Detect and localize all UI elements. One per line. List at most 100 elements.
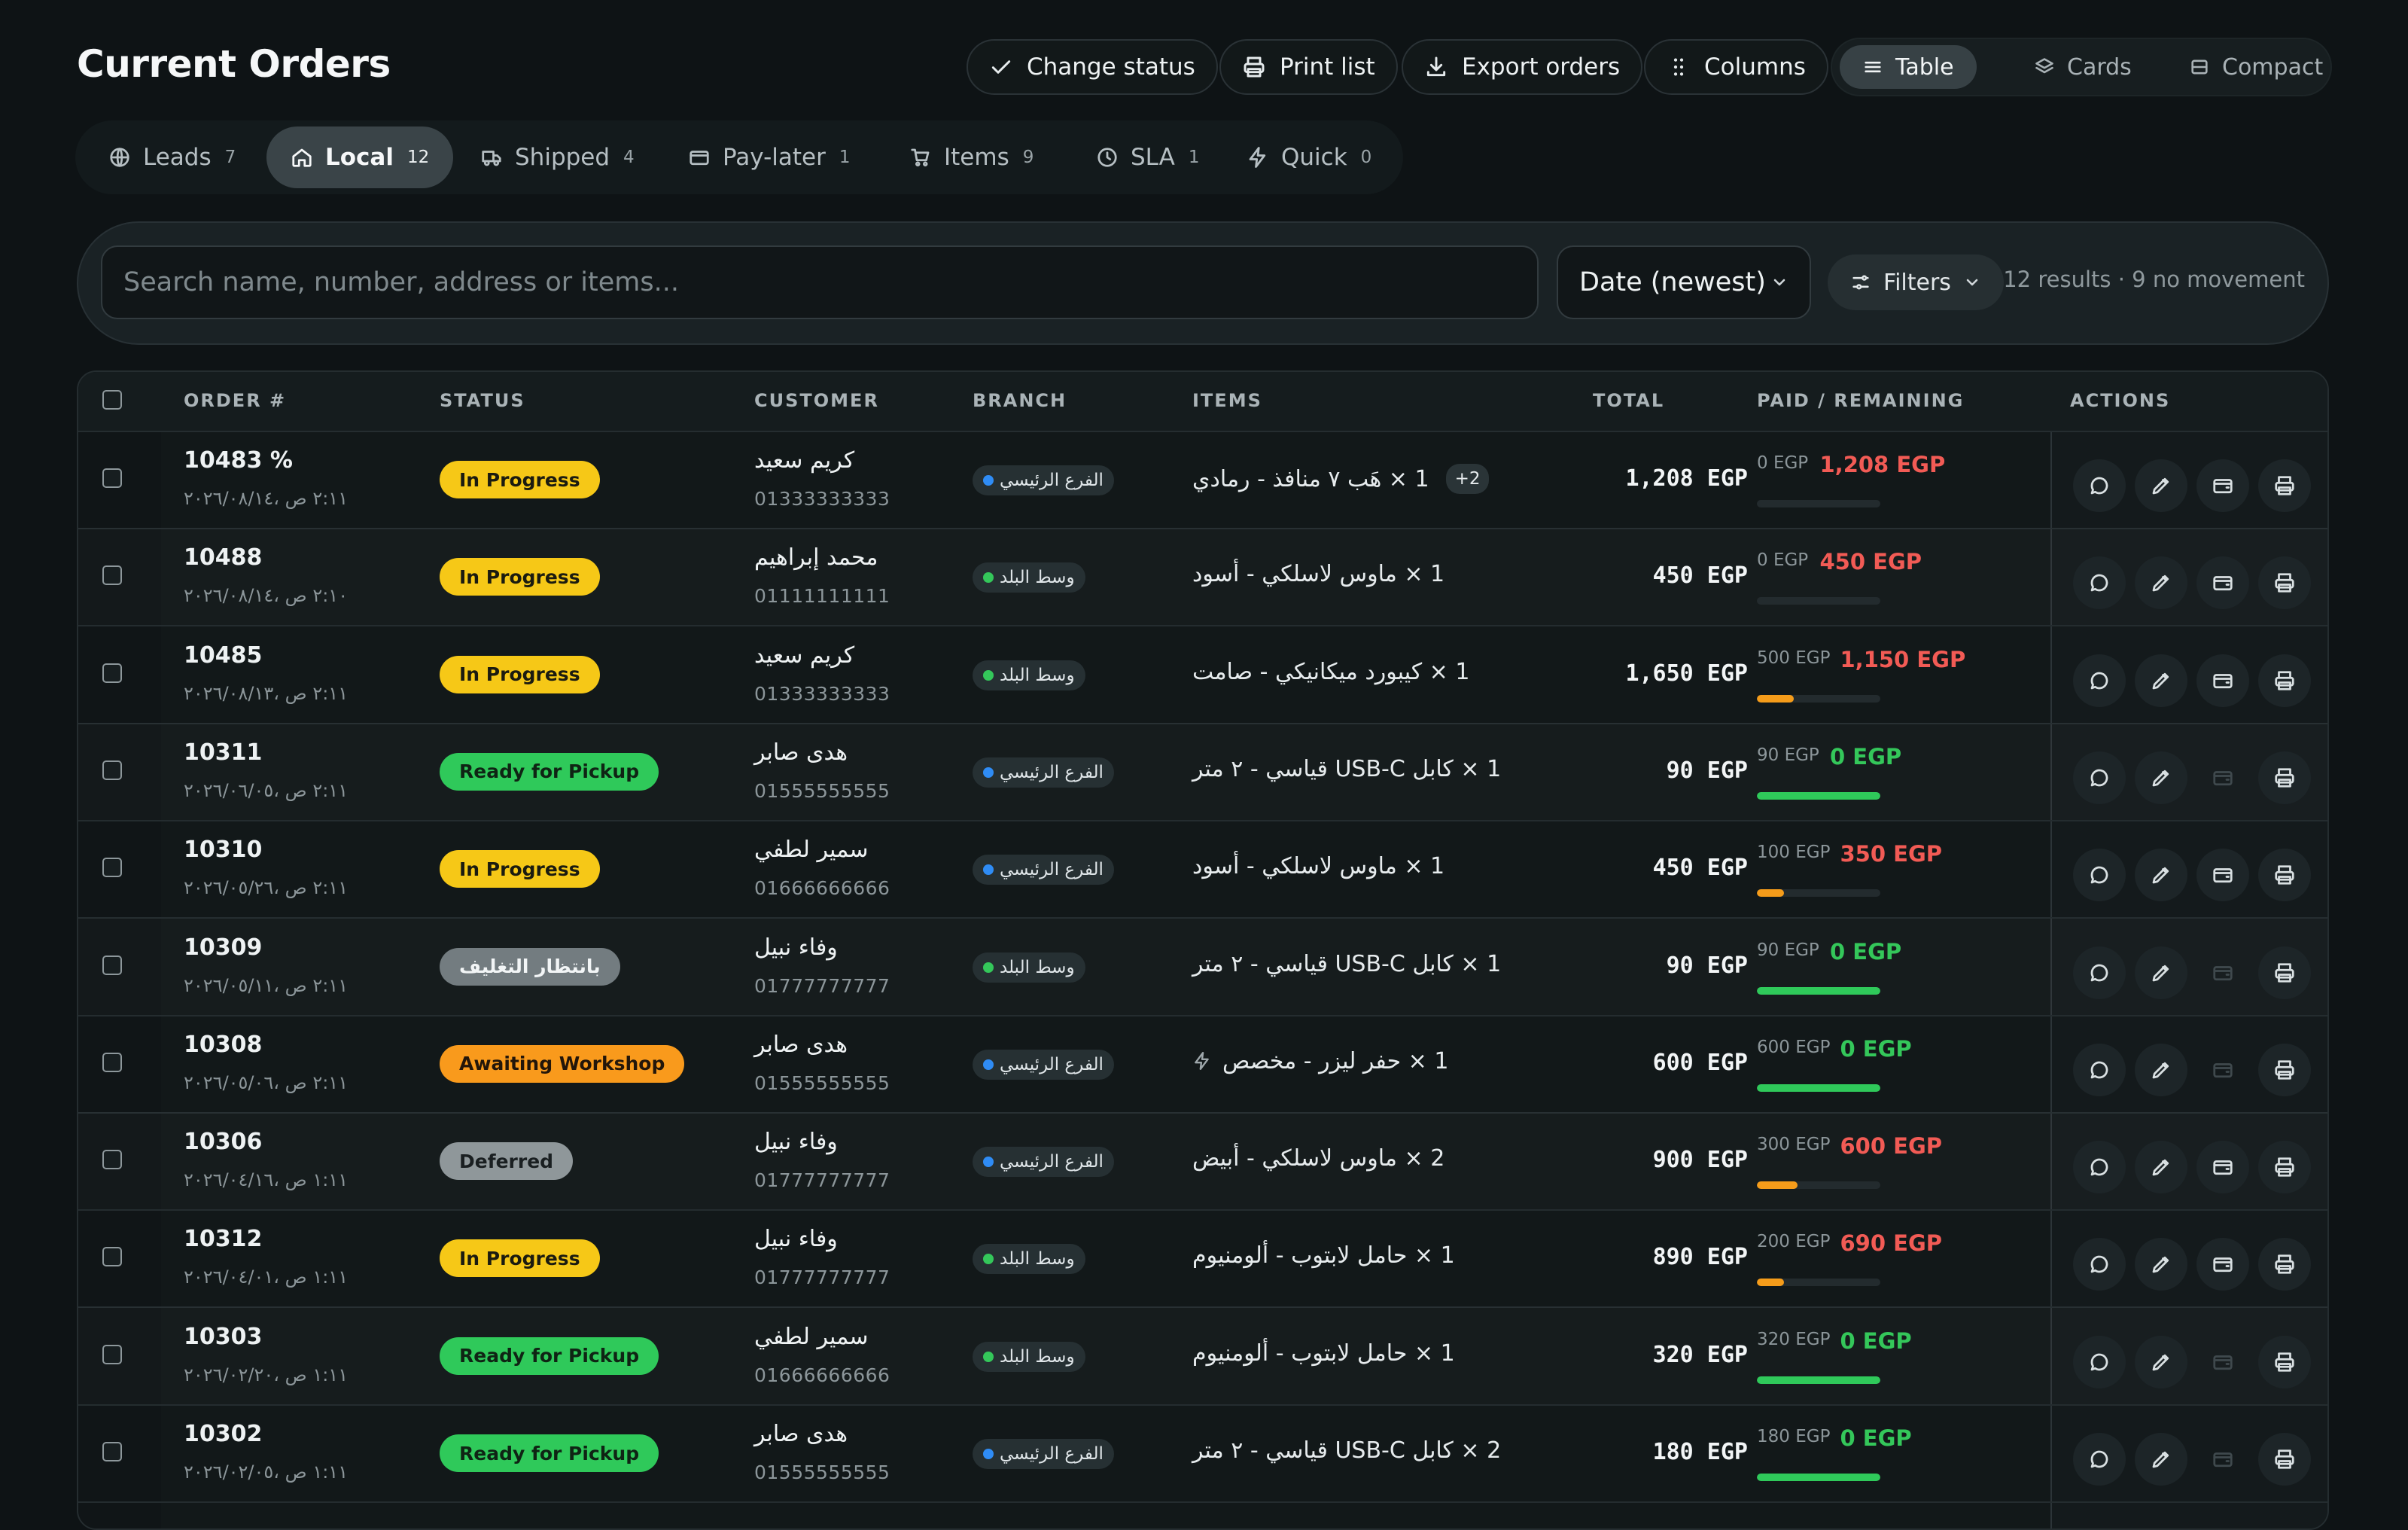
payment-button[interactable] (2196, 1141, 2249, 1194)
order-number[interactable]: 10303 (184, 1324, 262, 1350)
table-row[interactable]: 10312 ١:١١ ص ،٢٠٢٦/٠٤/٠١ In Progress وفاء ن… (78, 1209, 2327, 1309)
message-button[interactable] (2073, 654, 2126, 707)
status-badge[interactable]: In Progress (440, 850, 600, 888)
order-number[interactable]: 10302 (184, 1421, 262, 1447)
table-row[interactable]: 10311 ٢:١١ ص ،٢٠٢٦/٠٦/٠٥ Ready for Pickup ه… (78, 723, 2327, 821)
status-badge[interactable]: Awaiting Workshop (440, 1044, 685, 1083)
status-badge[interactable]: In Progress (440, 461, 600, 498)
sort-select[interactable]: Date (newest) (1557, 245, 1811, 319)
tab-leads[interactable]: Leads 7 (84, 126, 260, 188)
status-badge[interactable]: بانتظار التغليف (440, 947, 620, 986)
tab-pay-later[interactable]: Pay-later 1 (664, 126, 875, 188)
payment-button[interactable] (2196, 1238, 2249, 1291)
status-badge[interactable]: Ready for Pickup (440, 1434, 659, 1472)
order-number[interactable]: 10311 (184, 739, 262, 766)
message-button[interactable] (2073, 1238, 2126, 1291)
row-checkbox[interactable] (102, 1442, 122, 1461)
change-status-button[interactable]: Change status (967, 39, 1218, 95)
search-input[interactable] (101, 245, 1539, 319)
col-paid-remaining[interactable]: PAID / REMAINING (1757, 390, 1964, 411)
tab-quick[interactable]: Quick 0 (1222, 126, 1396, 188)
print-button[interactable] (2258, 849, 2311, 902)
print-button[interactable] (2258, 1433, 2311, 1486)
message-button[interactable] (2073, 751, 2126, 804)
tab-local[interactable]: Local 12 (266, 126, 454, 188)
message-button[interactable] (2073, 459, 2126, 512)
row-checkbox[interactable] (102, 760, 122, 780)
more-items-badge[interactable]: +2 (1445, 464, 1490, 494)
order-number[interactable]: 10308 (184, 1032, 262, 1058)
payment-button[interactable] (2196, 849, 2249, 902)
select-all-checkbox[interactable] (102, 390, 122, 410)
col-total[interactable]: TOTAL (1593, 390, 1664, 411)
table-row[interactable]: 10306 ١:١١ ص ،٢٠٢٦/٠٤/١٦ Deferred وفاء نبيل… (78, 1112, 2327, 1212)
row-checkbox[interactable] (102, 468, 122, 488)
row-checkbox[interactable] (102, 565, 122, 586)
order-number[interactable]: 10309 (184, 934, 262, 961)
tab-sla[interactable]: SLA 1 (1072, 126, 1224, 188)
status-badge[interactable]: In Progress (440, 558, 600, 596)
status-badge[interactable]: In Progress (440, 655, 600, 693)
message-button[interactable] (2073, 849, 2126, 902)
print-button[interactable] (2258, 1238, 2311, 1291)
print-button[interactable] (2258, 459, 2311, 512)
table-row[interactable]: 10308 ٢:١١ ص ،٢٠٢٦/٠٥/٠٦ Awaiting Workshop… (78, 1015, 2327, 1114)
message-button[interactable] (2073, 1043, 2126, 1096)
view-table-button[interactable]: Table (1840, 45, 1977, 89)
table-row[interactable]: 10302 ١:١١ ص ،٢٠٢٦/٠٢/٠٥ Ready for Pickup ه… (78, 1404, 2327, 1503)
row-checkbox[interactable] (102, 1247, 122, 1267)
edit-button[interactable] (2135, 1238, 2187, 1291)
print-button[interactable] (2258, 751, 2311, 804)
print-button[interactable] (2258, 1335, 2311, 1388)
table-row[interactable]: 10488 ٢:١٠ ص ،٢٠٢٦/٠٨/١٤ In Progress محمد إ… (78, 528, 2327, 627)
edit-button[interactable] (2135, 1141, 2187, 1194)
print-button[interactable] (2258, 654, 2311, 707)
status-badge[interactable]: Ready for Pickup (440, 752, 659, 791)
col-customer[interactable]: CUSTOMER (754, 390, 879, 411)
edit-button[interactable] (2135, 946, 2187, 999)
print-button[interactable] (2258, 1141, 2311, 1194)
payment-button[interactable] (2196, 556, 2249, 610)
message-button[interactable] (2073, 1433, 2126, 1486)
status-badge[interactable]: Ready for Pickup (440, 1336, 659, 1375)
message-button[interactable] (2073, 556, 2126, 610)
edit-button[interactable] (2135, 849, 2187, 902)
row-checkbox[interactable] (102, 1344, 122, 1364)
print-button[interactable] (2258, 946, 2311, 999)
edit-button[interactable] (2135, 751, 2187, 804)
print-button[interactable] (2258, 556, 2311, 610)
order-number[interactable]: 10483 % (184, 447, 293, 474)
columns-button[interactable]: Columns (1644, 39, 1828, 95)
message-button[interactable] (2073, 1335, 2126, 1388)
col-order[interactable]: ORDER # (184, 390, 286, 411)
table-row[interactable]: 10309 ٢:١١ ص ،٢٠٢٦/٠٥/١١ بانتظار التغليف وف… (78, 918, 2327, 1016)
tab-shipped[interactable]: Shipped 4 (456, 126, 659, 188)
payment-button[interactable] (2196, 459, 2249, 512)
status-badge[interactable]: Deferred (440, 1142, 574, 1181)
order-number[interactable]: 10310 (184, 837, 262, 863)
edit-button[interactable] (2135, 459, 2187, 512)
export-orders-button[interactable]: Export orders (1402, 39, 1643, 95)
order-number[interactable]: 10306 (184, 1129, 262, 1155)
table-row[interactable]: 10485 ٢:١١ ص ،٢٠٢٦/٠٨/١٣ In Progress كريم س… (78, 626, 2327, 724)
table-row[interactable]: 10310 ٢:١١ ص ،٢٠٢٦/٠٥/٢٦ In Progress سمير ل… (78, 820, 2327, 919)
col-status[interactable]: STATUS (440, 390, 525, 411)
table-row[interactable]: 10303 ١:١١ ص ،٢٠٢٦/٠٢/٢٠ Ready for Pickup س… (78, 1307, 2327, 1406)
table-row[interactable]: 10483 % ٢:١١ ص ،٢٠٢٦/٠٨/١٤ In Progress كريم… (78, 431, 2327, 529)
edit-button[interactable] (2135, 654, 2187, 707)
edit-button[interactable] (2135, 1043, 2187, 1096)
view-compact-button[interactable]: Compact (2166, 45, 2346, 89)
row-checkbox[interactable] (102, 663, 122, 683)
col-branch[interactable]: BRANCH (973, 390, 1067, 411)
col-items[interactable]: ITEMS (1192, 390, 1262, 411)
payment-button[interactable] (2196, 654, 2249, 707)
status-badge[interactable]: In Progress (440, 1239, 600, 1278)
edit-button[interactable] (2135, 1335, 2187, 1388)
message-button[interactable] (2073, 946, 2126, 999)
order-number[interactable]: 10488 (184, 544, 262, 571)
edit-button[interactable] (2135, 556, 2187, 610)
print-list-button[interactable]: Print list (1219, 39, 1398, 95)
view-cards-button[interactable]: Cards (2011, 45, 2154, 89)
row-checkbox[interactable] (102, 858, 122, 878)
row-checkbox[interactable] (102, 1052, 122, 1072)
